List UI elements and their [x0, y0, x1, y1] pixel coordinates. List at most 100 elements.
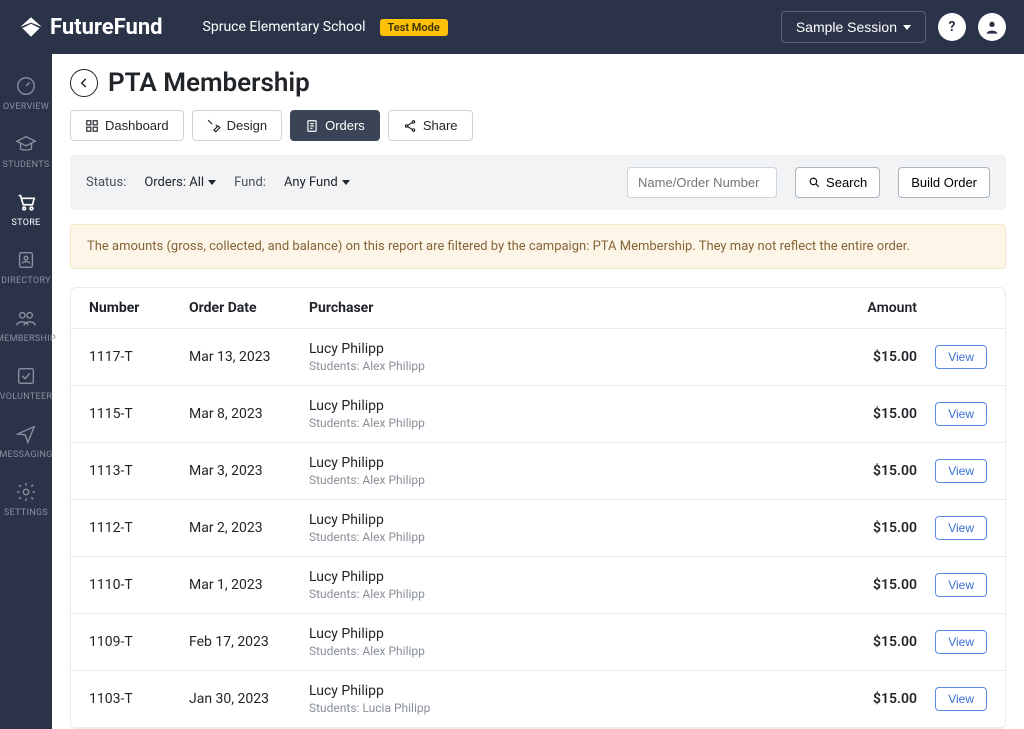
- sidebar-item-messaging[interactable]: MESSAGING: [0, 412, 52, 470]
- cell-date: Mar 1, 2023: [189, 577, 309, 593]
- main-content: PTA Membership Dashboard Design Orders S…: [52, 54, 1024, 729]
- cell-number: 1103-T: [89, 691, 189, 707]
- table-row: 1103-TJan 30, 2023Lucy Philipp Students: …: [71, 671, 1005, 728]
- gear-icon: [14, 480, 38, 504]
- check-icon: [14, 364, 38, 388]
- tab-bar: Dashboard Design Orders Share: [70, 110, 1006, 141]
- cell-purchaser: Lucy Philipp Students: Alex Philipp: [309, 341, 817, 373]
- cell-number: 1112-T: [89, 520, 189, 536]
- cell-date: Mar 3, 2023: [189, 463, 309, 479]
- purchaser-name: Lucy Philipp: [309, 455, 817, 471]
- contact-icon: [14, 248, 38, 272]
- cell-amount: $15.00: [817, 349, 917, 365]
- sidebar-item-directory[interactable]: DIRECTORY: [0, 238, 52, 296]
- cell-amount: $15.00: [817, 691, 917, 707]
- table-header: Number Order Date Purchaser Amount: [71, 288, 1005, 329]
- cell-amount: $15.00: [817, 463, 917, 479]
- chevron-down-icon: [903, 25, 911, 30]
- tab-share[interactable]: Share: [388, 110, 473, 141]
- search-button[interactable]: Search: [795, 167, 880, 198]
- cell-purchaser: Lucy Philipp Students: Alex Philipp: [309, 626, 817, 658]
- orders-table: Number Order Date Purchaser Amount 1117-…: [70, 287, 1006, 729]
- cell-number: 1110-T: [89, 577, 189, 593]
- col-header-number: Number: [89, 300, 189, 316]
- view-button[interactable]: View: [935, 516, 987, 540]
- purchaser-name: Lucy Philipp: [309, 398, 817, 414]
- status-label: Status:: [86, 175, 126, 190]
- gauge-icon: [14, 74, 38, 98]
- table-row: 1113-TMar 3, 2023Lucy PhilippStudents: A…: [71, 443, 1005, 500]
- cell-purchaser: Lucy PhilippStudents: Alex Philipp: [309, 455, 817, 487]
- logo-icon: [18, 14, 44, 40]
- sidebar-item-students[interactable]: STUDENTS: [0, 122, 52, 180]
- cell-purchaser: Lucy Philipp Students: Alex Philipp: [309, 512, 817, 544]
- table-row: 1117-TMar 13, 2023Lucy Philipp Students: …: [71, 329, 1005, 386]
- fund-dropdown[interactable]: Any Fund: [284, 175, 350, 190]
- chevron-down-icon: [208, 180, 216, 185]
- cell-date: Feb 17, 2023: [189, 634, 309, 650]
- search-input[interactable]: [627, 167, 777, 198]
- build-order-button[interactable]: Build Order: [898, 167, 990, 198]
- cell-date: Mar 2, 2023: [189, 520, 309, 536]
- cell-date: Mar 13, 2023: [189, 349, 309, 365]
- sidebar-item-membership[interactable]: MEMBERSHIP: [0, 296, 52, 354]
- brand-text: FutureFund: [50, 15, 163, 40]
- cell-purchaser: Lucy Philipp Students: Lucia Philipp: [309, 683, 817, 715]
- cell-amount: $15.00: [817, 406, 917, 422]
- sidebar-item-volunteer[interactable]: VOLUNTEER: [0, 354, 52, 412]
- cell-date: Mar 8, 2023: [189, 406, 309, 422]
- table-row: 1109-TFeb 17, 2023Lucy Philipp Students: …: [71, 614, 1005, 671]
- purchaser-name: Lucy Philipp: [309, 626, 817, 642]
- purchaser-name: Lucy Philipp: [309, 512, 817, 528]
- purchaser-name: Lucy Philipp: [309, 683, 817, 699]
- cell-purchaser: Lucy Philipp Students: Alex Philipp: [309, 398, 817, 430]
- purchaser-name: Lucy Philipp: [309, 341, 817, 357]
- help-button[interactable]: ?: [938, 13, 966, 41]
- brand-logo[interactable]: FutureFund: [18, 14, 163, 40]
- send-icon: [14, 422, 38, 446]
- back-button[interactable]: [70, 69, 98, 97]
- top-navbar: FutureFund Spruce Elementary School Test…: [0, 0, 1024, 54]
- cell-purchaser: Lucy PhilippStudents: Alex Philipp: [309, 569, 817, 601]
- tab-orders[interactable]: Orders: [290, 110, 380, 141]
- cart-icon: [14, 190, 38, 214]
- cell-date: Jan 30, 2023: [189, 691, 309, 707]
- cell-number: 1113-T: [89, 463, 189, 479]
- purchaser-students: Students: Alex Philipp: [309, 644, 817, 658]
- purchaser-students: Students: Alex Philipp: [309, 530, 817, 544]
- status-dropdown[interactable]: Orders: All: [144, 175, 216, 190]
- users-icon: [14, 306, 38, 330]
- profile-button[interactable]: [978, 13, 1006, 41]
- filter-bar: Status: Orders: All Fund: Any Fund Searc…: [70, 155, 1006, 210]
- sidebar-nav: OVERVIEW STUDENTS STORE DIRECTORY MEMBER…: [0, 54, 52, 729]
- view-button[interactable]: View: [935, 630, 987, 654]
- col-header-date: Order Date: [189, 300, 309, 316]
- view-button[interactable]: View: [935, 402, 987, 426]
- cell-amount: $15.00: [817, 520, 917, 536]
- view-button[interactable]: View: [935, 573, 987, 597]
- purchaser-students: Students: Alex Philipp: [309, 587, 817, 601]
- table-row: 1110-TMar 1, 2023Lucy PhilippStudents: A…: [71, 557, 1005, 614]
- tab-design[interactable]: Design: [192, 110, 282, 141]
- sidebar-item-overview[interactable]: OVERVIEW: [0, 64, 52, 122]
- col-header-amount: Amount: [817, 300, 917, 316]
- sidebar-item-settings[interactable]: SETTINGS: [0, 470, 52, 528]
- session-dropdown[interactable]: Sample Session: [781, 11, 926, 43]
- view-button[interactable]: View: [935, 687, 987, 711]
- view-button[interactable]: View: [935, 459, 987, 483]
- purchaser-students: Students: Alex Philipp: [309, 416, 817, 430]
- sidebar-item-store[interactable]: STORE: [0, 180, 52, 238]
- purchaser-students: Students: Alex Philipp: [309, 359, 817, 373]
- tab-dashboard[interactable]: Dashboard: [70, 110, 184, 141]
- filter-alert: The amounts (gross, collected, and balan…: [70, 224, 1006, 269]
- chevron-down-icon: [342, 180, 350, 185]
- cell-number: 1115-T: [89, 406, 189, 422]
- table-row: 1112-TMar 2, 2023Lucy Philipp Students: A…: [71, 500, 1005, 557]
- page-title: PTA Membership: [108, 68, 310, 98]
- test-mode-badge: Test Mode: [380, 19, 448, 36]
- view-button[interactable]: View: [935, 345, 987, 369]
- col-header-purchaser: Purchaser: [309, 300, 817, 316]
- cell-number: 1109-T: [89, 634, 189, 650]
- cell-number: 1117-T: [89, 349, 189, 365]
- purchaser-students: Students: Lucia Philipp: [309, 701, 817, 715]
